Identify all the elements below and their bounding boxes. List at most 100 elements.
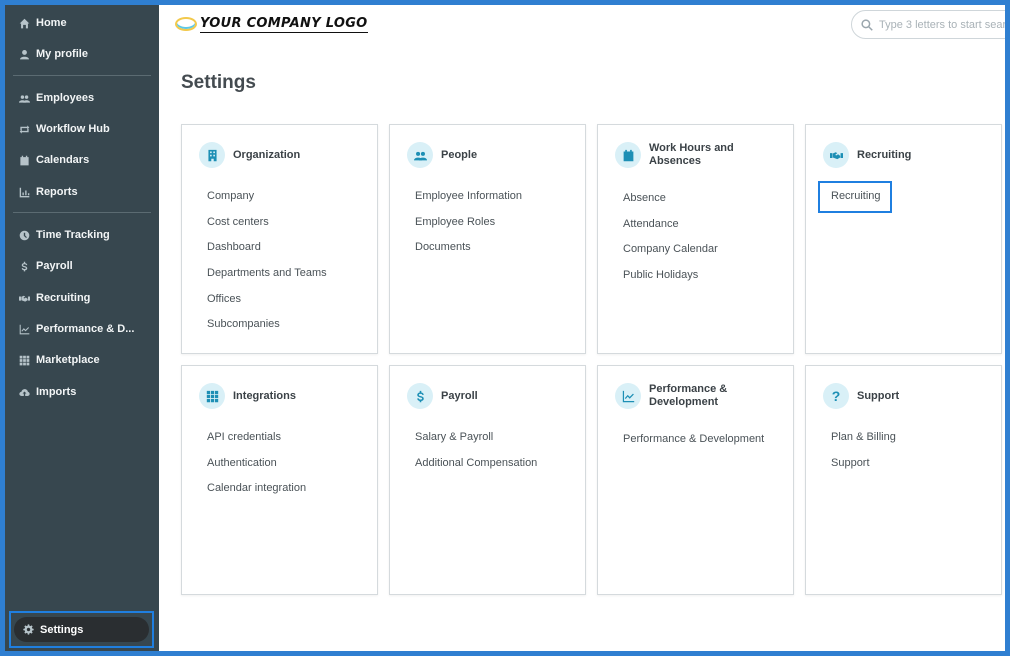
sidebar-item-marketplace[interactable]: Marketplace <box>5 347 159 373</box>
building-icon <box>199 142 225 168</box>
card-header: People <box>407 141 577 169</box>
cloud-upload-icon <box>17 385 31 399</box>
link-recruiting[interactable]: Recruiting <box>818 181 892 213</box>
link-attendance[interactable]: Attendance <box>623 217 718 231</box>
settings-card-recruiting: Recruiting Recruiting <box>805 124 1002 354</box>
link-offices[interactable]: Offices <box>207 292 327 306</box>
card-header: Payroll <box>407 382 577 410</box>
chart-icon <box>17 185 31 199</box>
sidebar-item-workflow-hub[interactable]: Workflow Hub <box>5 116 159 142</box>
sidebar-item-label: Recruiting <box>36 292 91 304</box>
person-icon <box>17 47 31 61</box>
card-header: ? Support <box>823 382 993 410</box>
grid-icon <box>199 383 225 409</box>
trend-icon <box>17 322 31 336</box>
sidebar-item-label: Home <box>36 17 67 29</box>
card-title: Performance & Development <box>649 383 728 408</box>
link-public-holidays[interactable]: Public Holidays <box>623 268 718 282</box>
settings-card-organization: Organization Company Cost centers Dashbo… <box>181 124 378 354</box>
card-title: Recruiting <box>857 148 912 161</box>
link-absence[interactable]: Absence <box>623 191 718 205</box>
home-icon <box>17 16 31 30</box>
sidebar: Home My profile Employees Workflow Hub C… <box>5 5 159 651</box>
card-links: Plan & Billing Support <box>831 430 896 481</box>
sidebar-item-label: Settings <box>40 623 84 636</box>
settings-card-integrations: Integrations API credentials Authenticat… <box>181 365 378 595</box>
search-icon <box>861 18 873 31</box>
link-additional-compensation[interactable]: Additional Compensation <box>415 456 537 470</box>
sidebar-item-label: Performance & D... <box>36 323 135 335</box>
link-company-calendar[interactable]: Company Calendar <box>623 242 718 256</box>
settings-card-support: ? Support Plan & Billing Support <box>805 365 1002 595</box>
dollar-icon <box>17 259 31 273</box>
sidebar-item-payroll[interactable]: Payroll <box>5 253 159 279</box>
sidebar-item-label: Calendars <box>36 154 90 166</box>
sidebar-item-performance[interactable]: Performance & D... <box>5 316 159 342</box>
sidebar-divider <box>13 212 151 213</box>
card-header: Organization <box>199 141 369 169</box>
card-header: Work Hours and Absences <box>615 141 785 169</box>
card-title: Payroll <box>441 389 478 402</box>
link-documents[interactable]: Documents <box>415 240 522 254</box>
sidebar-item-label: Workflow Hub <box>36 123 110 135</box>
sidebar-item-recruiting[interactable]: Recruiting <box>5 285 159 311</box>
search-box[interactable] <box>851 10 1005 39</box>
link-company[interactable]: Company <box>207 189 327 203</box>
link-authentication[interactable]: Authentication <box>207 456 306 470</box>
link-performance-and-development[interactable]: Performance & Development <box>623 432 764 446</box>
link-subcompanies[interactable]: Subcompanies <box>207 317 327 331</box>
sidebar-item-calendars[interactable]: Calendars <box>5 147 159 173</box>
card-links: Absence Attendance Company Calendar Publ… <box>623 191 718 294</box>
card-title: Work Hours and Absences <box>649 142 734 167</box>
link-departments-and-teams[interactable]: Departments and Teams <box>207 266 327 280</box>
calendar-icon <box>17 153 31 167</box>
clock-icon <box>17 228 31 242</box>
sidebar-item-label: My profile <box>36 48 88 60</box>
card-links: API credentials Authentication Calendar … <box>207 430 306 507</box>
company-logo[interactable]: YOUR COMPANY LOGO <box>175 13 368 35</box>
link-dashboard[interactable]: Dashboard <box>207 240 327 254</box>
link-api-credentials[interactable]: API credentials <box>207 430 306 444</box>
card-links: Performance & Development <box>623 432 764 458</box>
link-salary-and-payroll[interactable]: Salary & Payroll <box>415 430 537 444</box>
link-plan-and-billing[interactable]: Plan & Billing <box>831 430 896 444</box>
card-title: Integrations <box>233 389 296 402</box>
link-employee-roles[interactable]: Employee Roles <box>415 215 522 229</box>
handshake-icon <box>823 142 849 168</box>
grid-icon <box>17 353 31 367</box>
sidebar-item-label: Time Tracking <box>36 229 110 241</box>
logo-mark-icon <box>175 17 197 31</box>
settings-card-payroll: Payroll Salary & Payroll Additional Comp… <box>389 365 586 595</box>
sidebar-item-reports[interactable]: Reports <box>5 179 159 205</box>
sidebar-item-label: Imports <box>36 386 77 398</box>
search-input[interactable] <box>879 18 1005 31</box>
sidebar-item-label: Reports <box>36 186 78 198</box>
sidebar-divider <box>13 75 151 76</box>
settings-card-performance: Performance & Development Performance & … <box>597 365 794 595</box>
sidebar-item-imports[interactable]: Imports <box>5 379 159 405</box>
question-icon: ? <box>823 383 849 409</box>
card-links: Salary & Payroll Additional Compensation <box>415 430 537 481</box>
sidebar-item-employees[interactable]: Employees <box>5 85 159 111</box>
logo-text: YOUR COMPANY LOGO <box>200 15 368 33</box>
sidebar-item-label: Employees <box>36 92 95 104</box>
link-support[interactable]: Support <box>831 456 896 470</box>
page-title: Settings <box>181 72 256 93</box>
people-icon <box>407 142 433 168</box>
sidebar-item-my-profile[interactable]: My profile <box>5 41 159 67</box>
link-employee-information[interactable]: Employee Information <box>415 189 522 203</box>
sidebar-item-label: Marketplace <box>36 354 100 366</box>
link-cost-centers[interactable]: Cost centers <box>207 215 327 229</box>
card-header: Recruiting <box>823 141 993 169</box>
sidebar-item-home[interactable]: Home <box>5 10 159 36</box>
card-title: People <box>441 148 478 161</box>
card-title: Organization <box>233 148 301 161</box>
settings-highlight: Settings <box>9 611 154 648</box>
settings-card-work-hours: Work Hours and Absences Absence Attendan… <box>597 124 794 354</box>
sidebar-item-settings[interactable]: Settings <box>14 617 149 642</box>
trend-icon <box>615 383 641 409</box>
sidebar-item-time-tracking[interactable]: Time Tracking <box>5 222 159 248</box>
card-header: Integrations <box>199 382 369 410</box>
app-window: Home My profile Employees Workflow Hub C… <box>5 5 1005 651</box>
link-calendar-integration[interactable]: Calendar integration <box>207 481 306 495</box>
